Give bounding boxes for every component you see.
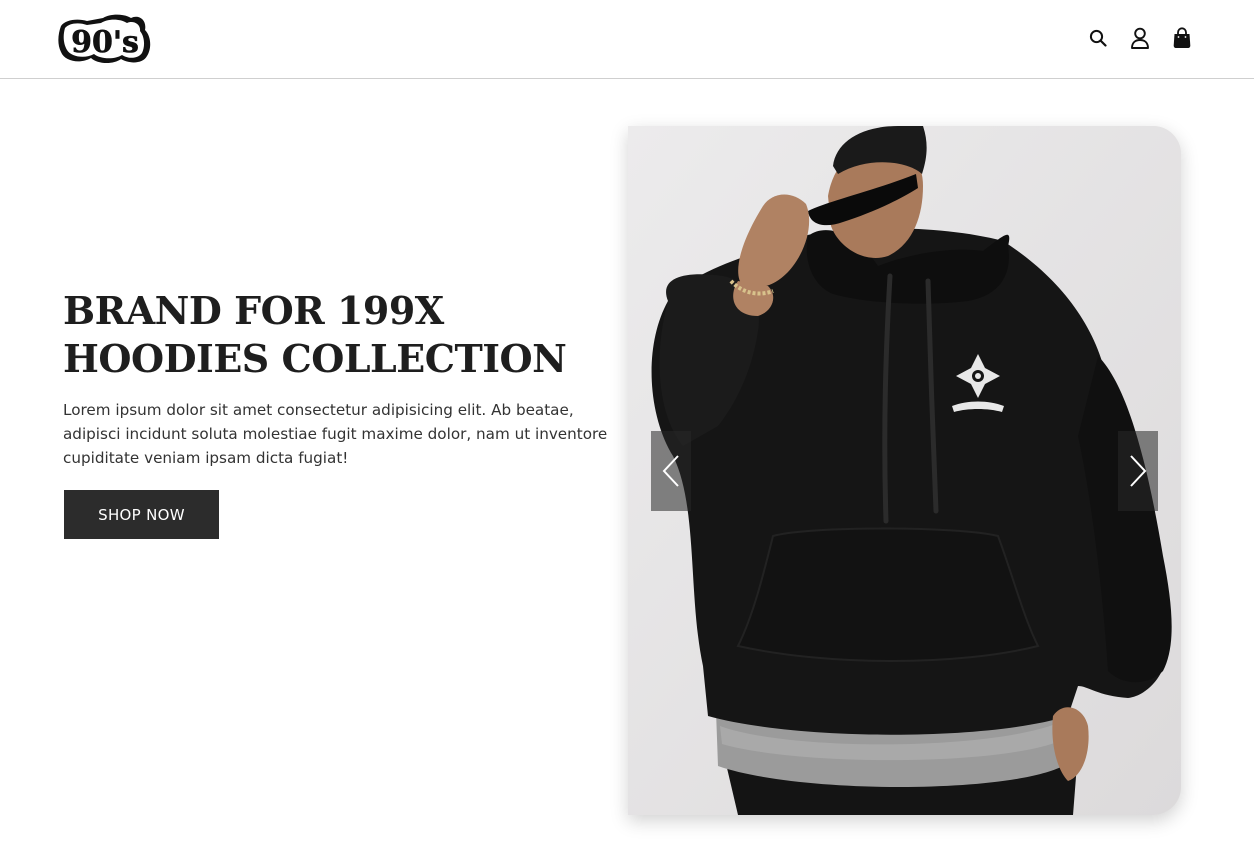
hero-title-line-1: BRAND FOR 199X [63, 288, 444, 333]
user-icon[interactable] [1130, 27, 1150, 49]
shop-now-button[interactable]: SHOP NOW [64, 490, 219, 539]
shopping-bag-icon[interactable] [1172, 27, 1192, 49]
carousel-prev-button[interactable] [651, 431, 691, 511]
chevron-left-icon [662, 455, 679, 487]
hero-title-line-2: HOODIES COLLECTION [63, 336, 567, 381]
svg-text:90's: 90's [71, 25, 139, 60]
brand-logo[interactable]: 90's [57, 12, 154, 66]
hero-carousel [628, 126, 1181, 815]
site-header: 90's [0, 0, 1254, 79]
hero-product-image [628, 126, 1181, 815]
header-actions [1088, 27, 1192, 49]
search-icon[interactable] [1088, 27, 1108, 49]
logo-graphic: 90's [58, 14, 151, 64]
hero-description: Lorem ipsum dolor sit amet consectetur a… [63, 401, 608, 467]
chevron-right-icon [1130, 455, 1147, 487]
hero-title: BRAND FOR 199X HOODIES COLLECTION [63, 287, 623, 383]
carousel-next-button[interactable] [1118, 431, 1158, 511]
